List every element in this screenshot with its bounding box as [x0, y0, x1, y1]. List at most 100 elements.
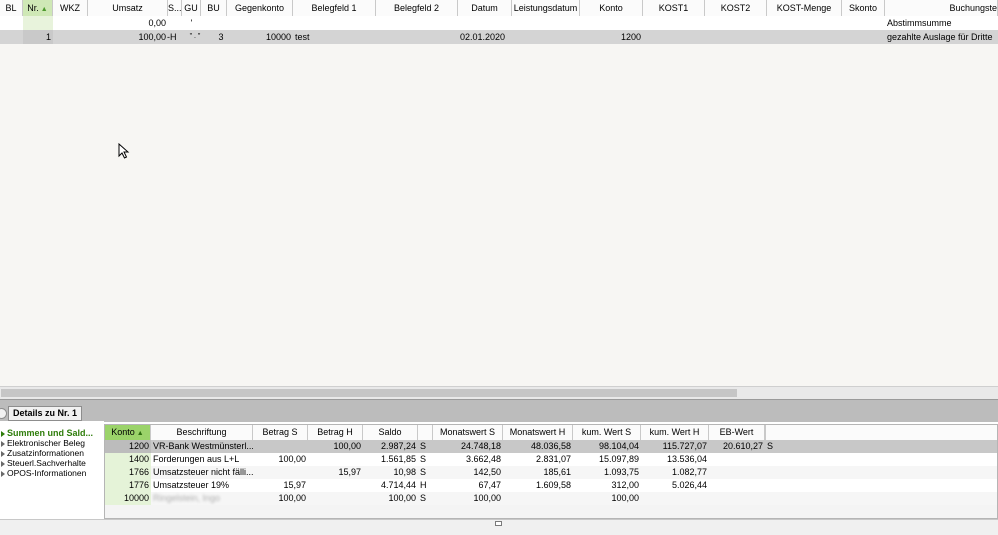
col-wkz[interactable]: WKZ — [53, 0, 88, 16]
booking-row-gu[interactable]: " . " — [182, 30, 208, 44]
balance-monatswert-s[interactable]: 3.662,48 — [433, 453, 503, 466]
balance-saldo-sh[interactable]: S — [418, 453, 433, 466]
balance-beschriftung[interactable]: Umsatzsteuer nicht fälli... — [151, 466, 253, 479]
bcol-monatswert-h[interactable]: Monatswert H — [503, 425, 573, 440]
bcol-saldo[interactable]: Saldo — [363, 425, 418, 440]
balance-row[interactable]: 1200 VR-Bank Westmünsterl... 100,00 2.98… — [105, 440, 997, 453]
balance-saldo-sh[interactable]: S — [418, 440, 433, 453]
booking-row-konto[interactable]: 1200 — [580, 30, 643, 44]
bcol-beschriftung[interactable]: Beschriftung — [151, 425, 253, 440]
balance-konto[interactable]: 1766 — [105, 466, 151, 479]
booking-row-gegenkonto[interactable]: 10000 — [227, 30, 293, 44]
balance-konto[interactable]: 10000 — [105, 492, 151, 505]
balance-monatswert-s[interactable]: 100,00 — [433, 492, 503, 505]
balance-betrag-s[interactable]: 15,97 — [253, 479, 308, 492]
balance-saldo[interactable]: 10,98 — [363, 466, 418, 479]
balance-kum-wert-h[interactable]: 13.536,04 — [641, 453, 709, 466]
balance-monatswert-h[interactable]: 2.831,07 — [503, 453, 573, 466]
nav-opos-informationen[interactable]: OPOS-Informationen — [0, 468, 86, 478]
nav-zusatzinformationen[interactable]: Zusatzinformationen — [0, 448, 84, 458]
balance-monatswert-s[interactable]: 142,50 — [433, 466, 503, 479]
balance-saldo[interactable]: 4.714,44 — [363, 479, 418, 492]
bcol-betrag-s[interactable]: Betrag S — [253, 425, 308, 440]
booking-row-nr[interactable]: 1 — [23, 30, 53, 44]
balance-monatswert-h[interactable]: 185,61 — [503, 466, 573, 479]
bcol-monatswert-s[interactable]: Monatswert S — [433, 425, 503, 440]
col-kost-menge[interactable]: KOST-Menge — [767, 0, 842, 16]
balance-saldo-sh[interactable]: S — [418, 466, 433, 479]
balance-betrag-h[interactable] — [308, 479, 363, 492]
balance-eb-sh[interactable] — [765, 479, 780, 492]
balance-eb-sh[interactable] — [765, 492, 780, 505]
balance-eb-wert[interactable] — [709, 466, 765, 479]
balance-row[interactable]: 10000 Ringelstein, Ingo 100,00 100,00 S … — [105, 492, 997, 505]
col-gu[interactable]: GU — [182, 0, 201, 16]
balance-konto[interactable]: 1776 — [105, 479, 151, 492]
account-balances-grid[interactable]: Konto ▲ Beschriftung Betrag S Betrag H Sa… — [104, 424, 998, 519]
balance-betrag-h[interactable]: 15,97 — [308, 466, 363, 479]
balance-kum-wert-s[interactable]: 100,00 — [573, 492, 641, 505]
nav-elektronischer-beleg[interactable]: Elektronischer Beleg — [0, 438, 85, 448]
booking-row-umsatz[interactable]: 100,00 — [88, 30, 168, 44]
details-tab[interactable]: Details zu Nr. 1 — [8, 406, 83, 421]
balance-kum-wert-h[interactable] — [641, 492, 709, 505]
balance-beschriftung[interactable]: Forderungen aus L+L — [151, 453, 253, 466]
balance-konto[interactable]: 1400 — [105, 453, 151, 466]
col-bl[interactable]: BL — [0, 0, 23, 16]
balance-saldo[interactable]: 100,00 — [363, 492, 418, 505]
col-kost2[interactable]: KOST2 — [705, 0, 767, 16]
balance-monatswert-h[interactable]: 1.609,58 — [503, 479, 573, 492]
balance-eb-wert[interactable] — [709, 453, 765, 466]
balance-betrag-h[interactable]: 100,00 — [308, 440, 363, 453]
col-kost1[interactable]: KOST1 — [643, 0, 705, 16]
balance-eb-wert[interactable] — [709, 479, 765, 492]
balance-monatswert-h[interactable] — [503, 492, 573, 505]
col-leistungsdatum[interactable]: Leistungsdatum — [512, 0, 580, 16]
balance-betrag-s[interactable]: 100,00 — [253, 492, 308, 505]
balance-eb-sh[interactable] — [765, 466, 780, 479]
balance-saldo-sh[interactable]: H — [418, 479, 433, 492]
balance-eb-sh[interactable]: S — [765, 440, 780, 453]
balance-monatswert-s[interactable]: 67,47 — [433, 479, 503, 492]
horizontal-scrollbar[interactable] — [0, 386, 998, 399]
balance-eb-wert[interactable]: 20.610,27 — [709, 440, 765, 453]
balance-row[interactable]: 1776 Umsatzsteuer 19% 15,97 4.714,44 H 6… — [105, 479, 997, 492]
bcol-betrag-h[interactable]: Betrag H — [308, 425, 363, 440]
balance-konto[interactable]: 1200 — [105, 440, 151, 453]
balance-betrag-h[interactable] — [308, 453, 363, 466]
balance-monatswert-h[interactable]: 48.036,58 — [503, 440, 573, 453]
balance-kum-wert-s[interactable]: 98.104,04 — [573, 440, 641, 453]
resize-grip-icon[interactable] — [495, 521, 502, 526]
balance-saldo-sh[interactable]: S — [418, 492, 433, 505]
col-sh[interactable]: S... — [168, 0, 182, 16]
balance-kum-wert-s[interactable]: 15.097,89 — [573, 453, 641, 466]
col-umsatz[interactable]: Umsatz — [88, 0, 168, 16]
nav-summen-und-salden[interactable]: Summen und Sald... — [0, 428, 93, 438]
col-belegfeld1[interactable]: Belegfeld 1 — [293, 0, 376, 16]
bcol-eb-wert[interactable]: EB-Wert — [709, 425, 765, 440]
col-gegenkonto[interactable]: Gegenkonto — [227, 0, 293, 16]
balance-betrag-s[interactable] — [253, 440, 308, 453]
balance-kum-wert-h[interactable]: 5.026,44 — [641, 479, 709, 492]
booking-row-text[interactable]: gezahlte Auslage für Dritte — [885, 30, 998, 44]
balance-kum-wert-h[interactable]: 1.082,77 — [641, 466, 709, 479]
col-skonto[interactable]: Skonto — [842, 0, 885, 16]
balance-eb-sh[interactable] — [765, 453, 780, 466]
balance-row[interactable]: 1400 Forderungen aus L+L 100,00 1.561,85… — [105, 453, 997, 466]
booking-row-datum[interactable]: 02.01.2020 — [458, 30, 506, 44]
booking-row[interactable]: 1 100,00 -H " . " 3 10000 test 02.01.202… — [0, 30, 998, 44]
bcol-eb-sh[interactable] — [765, 425, 766, 440]
balance-beschriftung[interactable]: Umsatzsteuer 19% — [151, 479, 253, 492]
balance-betrag-s[interactable]: 100,00 — [253, 453, 308, 466]
balance-kum-wert-h[interactable]: 115.727,07 — [641, 440, 709, 453]
panel-toggle-icon[interactable] — [0, 408, 7, 419]
balance-kum-wert-s[interactable]: 312,00 — [573, 479, 641, 492]
col-buchungstext[interactable]: Buchungste — [885, 0, 998, 16]
bcol-saldo-sh[interactable] — [418, 425, 433, 440]
balance-saldo[interactable]: 2.987,24 — [363, 440, 418, 453]
booking-row-belegfeld1[interactable]: test — [293, 30, 376, 44]
col-nr[interactable]: Nr. ▲ — [23, 0, 53, 16]
balance-eb-wert[interactable] — [709, 492, 765, 505]
col-belegfeld2[interactable]: Belegfeld 2 — [376, 0, 458, 16]
scrollbar-thumb[interactable] — [1, 389, 737, 397]
